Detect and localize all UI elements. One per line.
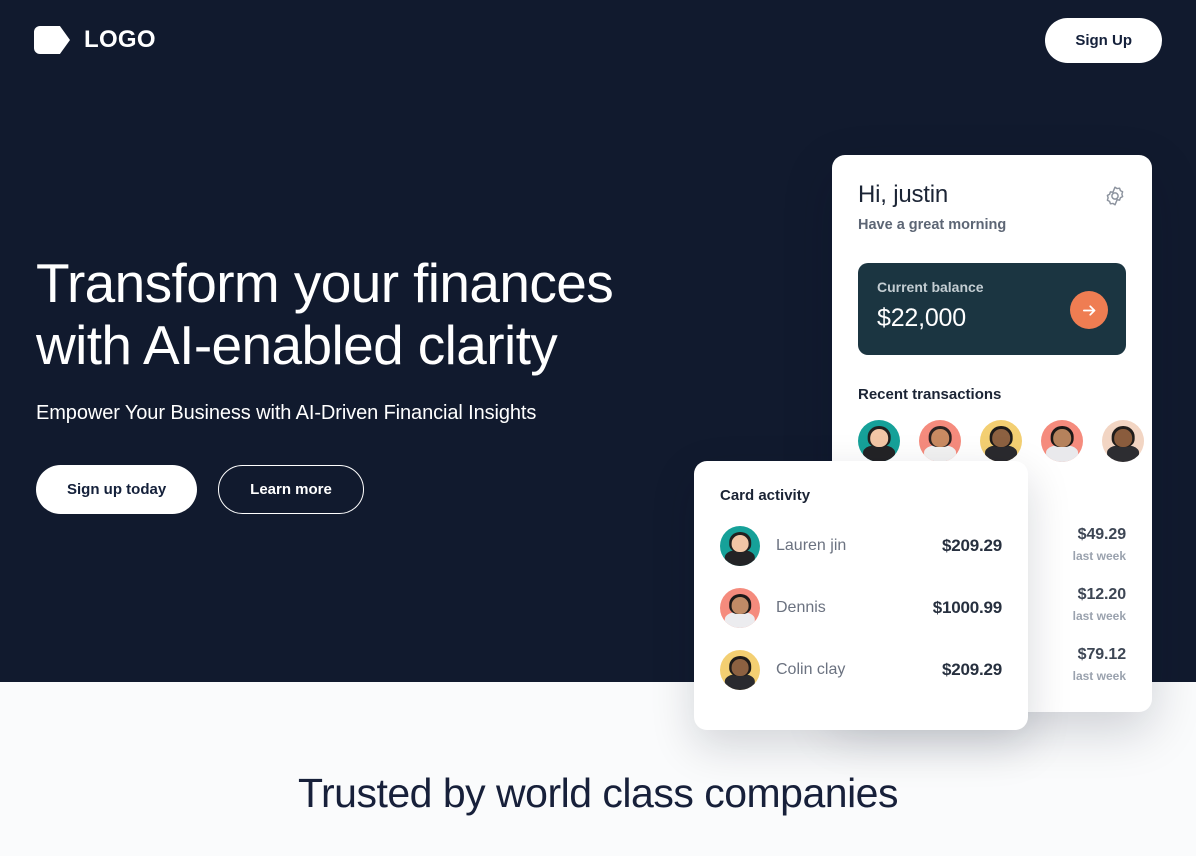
card-activity-name: Lauren jin: [776, 537, 847, 554]
landing-page: LOGO Sign Up Transform your finances wit…: [0, 0, 1196, 856]
card-activity-title: Card activity: [720, 487, 811, 504]
avatar-body: [724, 674, 756, 690]
card-activity-name: Dennis: [776, 599, 826, 616]
amount-item: $12.20 last week: [1026, 586, 1126, 623]
navbar: LOGO Sign Up: [0, 0, 1196, 80]
card-activity-amount: $1000.99: [932, 598, 1003, 617]
card-activity-row[interactable]: Lauren jin $209.29: [720, 526, 1002, 566]
page-title: Transform your finances with AI-enabled …: [36, 252, 716, 376]
tag-logo-icon: [34, 26, 70, 54]
recent-transactions-title: Recent transactions: [858, 386, 1002, 403]
amount-value: $12.20: [1077, 586, 1126, 603]
avatar-body: [1046, 445, 1078, 462]
trusted-title: Trusted by world class companies: [297, 770, 899, 816]
avatar-body: [863, 445, 895, 462]
hero-title-line-1: Transform your finances: [36, 252, 614, 314]
avatar-colin: [720, 650, 760, 690]
amount-item: $49.29 last week: [1026, 526, 1126, 563]
card-activity-amount: $209.29: [941, 660, 1002, 679]
avatar-face: [1114, 429, 1132, 447]
card-activity-list: Lauren jin $209.29 Dennis $1000.99 Colin cla…: [720, 526, 1002, 690]
avatar-face: [992, 429, 1010, 447]
hero-copy: Transform your finances with AI-enabled …: [36, 252, 716, 514]
amount-note: last week: [1072, 609, 1126, 623]
brand[interactable]: LOGO: [34, 26, 156, 54]
avatar-2: [919, 420, 961, 462]
signup-button[interactable]: Sign Up: [1045, 17, 1162, 63]
amount-value: $79.12: [1077, 646, 1126, 663]
avatar-body: [724, 550, 756, 566]
avatar-body: [1107, 445, 1139, 462]
avatar-face: [870, 429, 888, 447]
current-balance-card: Current balance $22,000: [858, 263, 1126, 355]
avatar-face: [731, 658, 749, 676]
learn-more-button[interactable]: Learn more: [218, 465, 364, 514]
avatar-body: [924, 445, 956, 462]
trusted-section: Trusted by world class companies: [0, 770, 1196, 817]
card-activity-name: Colin clay: [776, 661, 846, 678]
amount-value: $49.29: [1077, 526, 1126, 543]
amount-note: last week: [1072, 549, 1126, 563]
greeting-subtitle: Have a great morning: [858, 217, 1007, 233]
amount-note: last week: [1072, 669, 1126, 683]
hero-title-line-2: with AI-enabled clarity: [36, 314, 558, 376]
avatar-face: [731, 534, 749, 552]
amount-item: $79.12 last week: [1026, 646, 1126, 683]
card-activity-row[interactable]: Colin clay $209.29: [720, 650, 1002, 690]
signup-today-button[interactable]: Sign up today: [36, 465, 198, 514]
avatar-5: [1102, 420, 1144, 462]
avatar-body: [985, 445, 1017, 462]
gear-icon[interactable]: [1104, 185, 1126, 207]
hero-subtitle: Empower Your Business with AI-Driven Fin…: [36, 402, 537, 424]
recent-transactions-avatars: [858, 420, 1144, 462]
avatar-body: [724, 612, 756, 628]
card-activity-row[interactable]: Dennis $1000.99: [720, 588, 1002, 628]
balance-label: Current balance: [877, 279, 984, 295]
greeting-text: Hi, justin: [858, 181, 949, 208]
hero-actions: Sign up today Learn more: [36, 465, 716, 514]
dashboard-header: Hi, justin Have a great morning: [858, 181, 1126, 233]
avatar-dennis: [720, 588, 760, 628]
card-activity-panel: Card activity Lauren jin $209.29 Dennis $10…: [694, 461, 1028, 730]
card-activity-amount: $209.29: [941, 536, 1002, 555]
avatar-face: [731, 596, 749, 614]
arrow-right-icon: [1082, 304, 1095, 316]
avatar-3: [980, 420, 1022, 462]
balance-arrow-button[interactable]: [1070, 291, 1108, 329]
brand-name: LOGO: [84, 26, 156, 53]
avatar-face: [931, 429, 949, 447]
amount-list: $49.29 last week $12.20 last week $79.12 last…: [1026, 526, 1126, 706]
avatar-face: [1053, 429, 1071, 447]
avatar-lauren: [720, 526, 760, 566]
avatar-1: [858, 420, 900, 462]
avatar-4: [1041, 420, 1083, 462]
